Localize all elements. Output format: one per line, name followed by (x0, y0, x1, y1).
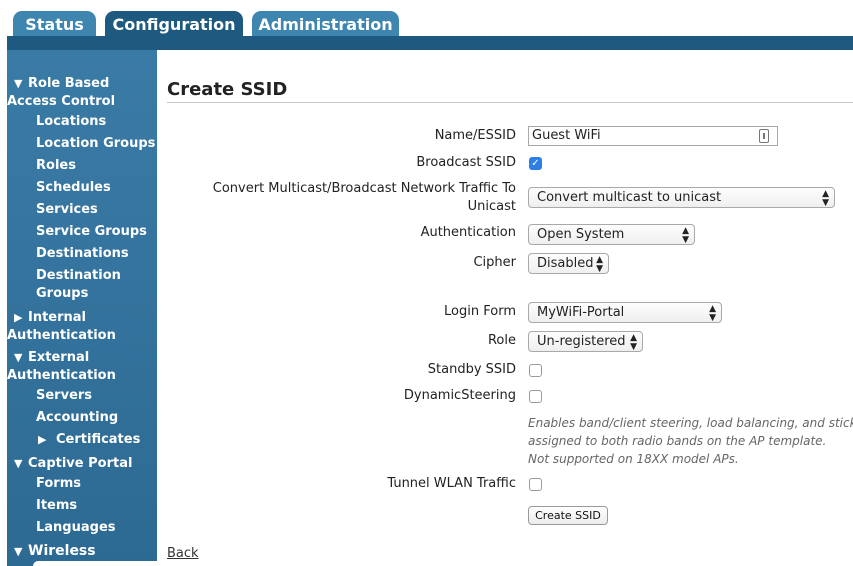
sidebar-section-label: Internal (28, 310, 87, 325)
tab-configuration[interactable]: Configuration (105, 11, 243, 37)
cipher-select-value: Disabled (537, 256, 594, 271)
sidebar-section-internal-auth-line2[interactable]: Authentication (7, 328, 157, 343)
role-select-value: Un-registered (537, 334, 626, 349)
back-link[interactable]: Back (167, 546, 199, 561)
sidebar-section-label: Captive Portal (28, 456, 133, 471)
standby-ssid-label: Standby SSID (427, 362, 516, 377)
expanded-triangle-icon: ▼ (14, 351, 23, 364)
cipher-label: Cipher (473, 255, 516, 270)
login-form-label: Login Form (444, 304, 516, 319)
sidebar-section-label: Wireless (28, 543, 96, 559)
sidebar-section-external-auth-line2[interactable]: Authentication (7, 368, 157, 383)
authentication-select-value: Open System (537, 227, 625, 242)
help-line: Enables band/client steering, load balan… (528, 416, 853, 430)
sidebar-section-rbac[interactable]: ▼ Role Based (7, 76, 157, 91)
collapsed-triangle-icon: ▶ (38, 433, 47, 446)
collapsed-triangle-icon: ▶ (14, 311, 23, 324)
multicast-label-line2: Unicast (467, 199, 516, 214)
sidebar-section-rbac-line2[interactable]: Access Control (7, 94, 157, 109)
sidebar-subpanel-edge (33, 561, 157, 566)
name-essid-value: Guest WiFi (532, 128, 601, 143)
create-ssid-button[interactable]: Create SSID (528, 506, 608, 525)
sidebar-item-label: Certificates (56, 432, 141, 447)
select-arrows-icon: ▲ ▼ (630, 333, 637, 352)
page-title: Create SSID (167, 79, 288, 100)
multicast-select[interactable]: Convert multicast to unicast ▲ ▼ (528, 187, 835, 208)
name-essid-label: Name/ESSID (434, 128, 516, 143)
select-arrows-icon: ▲ ▼ (709, 304, 716, 323)
select-arrows-icon: ▲ ▼ (596, 255, 603, 274)
role-select[interactable]: Un-registered ▲ ▼ (528, 331, 643, 352)
expanded-triangle-icon: ▼ (14, 77, 23, 90)
expanded-triangle-icon: ▼ (14, 545, 23, 558)
sidebar-section-internal-auth[interactable]: ▶ Internal (7, 310, 157, 325)
multicast-select-value: Convert multicast to unicast (537, 190, 722, 205)
help-line: Not supported on 18XX model APs. (528, 452, 739, 466)
sidebar-section-label: Authentication (7, 368, 116, 383)
sidebar-section-label: Role Based (28, 76, 110, 91)
password-manager-icon[interactable] (759, 129, 769, 143)
help-line: assigned to both radio bands on the AP t… (528, 434, 827, 448)
expanded-triangle-icon: ▼ (14, 457, 23, 470)
sidebar-section-label: Authentication (7, 328, 116, 343)
sidebar-section-label: Access Control (7, 94, 116, 109)
authentication-select[interactable]: Open System ▲ ▼ (528, 224, 695, 245)
select-arrows-icon: ▲ ▼ (822, 189, 829, 208)
select-arrows-icon: ▲ ▼ (682, 226, 689, 245)
name-essid-input[interactable]: Guest WiFi (528, 126, 778, 146)
tunnel-wlan-checkbox[interactable] (529, 478, 542, 491)
title-divider (167, 102, 853, 103)
authentication-label: Authentication (420, 225, 516, 240)
role-label: Role (487, 333, 516, 348)
sidebar-section-external-auth[interactable]: ▼ External (7, 350, 157, 365)
dynamic-steering-label: DynamicSteering (403, 388, 516, 403)
multicast-label: Convert Multicast/Broadcast Network Traf… (212, 181, 516, 196)
standby-ssid-checkbox[interactable] (529, 364, 542, 377)
dynamic-steering-help: Enables band/client steering, load balan… (528, 414, 853, 468)
tab-status[interactable]: Status (13, 11, 96, 37)
sidebar-section-label: External (28, 350, 90, 365)
login-form-select-value: MyWiFi-Portal (537, 305, 625, 320)
cipher-select[interactable]: Disabled ▲ ▼ (528, 253, 609, 274)
broadcast-ssid-checkbox[interactable]: ✓ (529, 157, 542, 170)
tunnel-wlan-label: Tunnel WLAN Traffic (387, 476, 516, 491)
dynamic-steering-checkbox[interactable] (529, 390, 542, 403)
sidebar-section-wireless[interactable]: ▼ Wireless (7, 543, 157, 559)
checkmark-icon: ✓ (531, 158, 540, 169)
tab-underline-band (7, 36, 853, 50)
top-tab-bar: Status Configuration Administration (0, 0, 853, 37)
login-form-select[interactable]: MyWiFi-Portal ▲ ▼ (528, 302, 722, 323)
sidebar-section-captive-portal[interactable]: ▼ Captive Portal (7, 456, 157, 471)
broadcast-ssid-label: Broadcast SSID (416, 155, 516, 170)
tab-administration[interactable]: Administration (252, 11, 399, 37)
